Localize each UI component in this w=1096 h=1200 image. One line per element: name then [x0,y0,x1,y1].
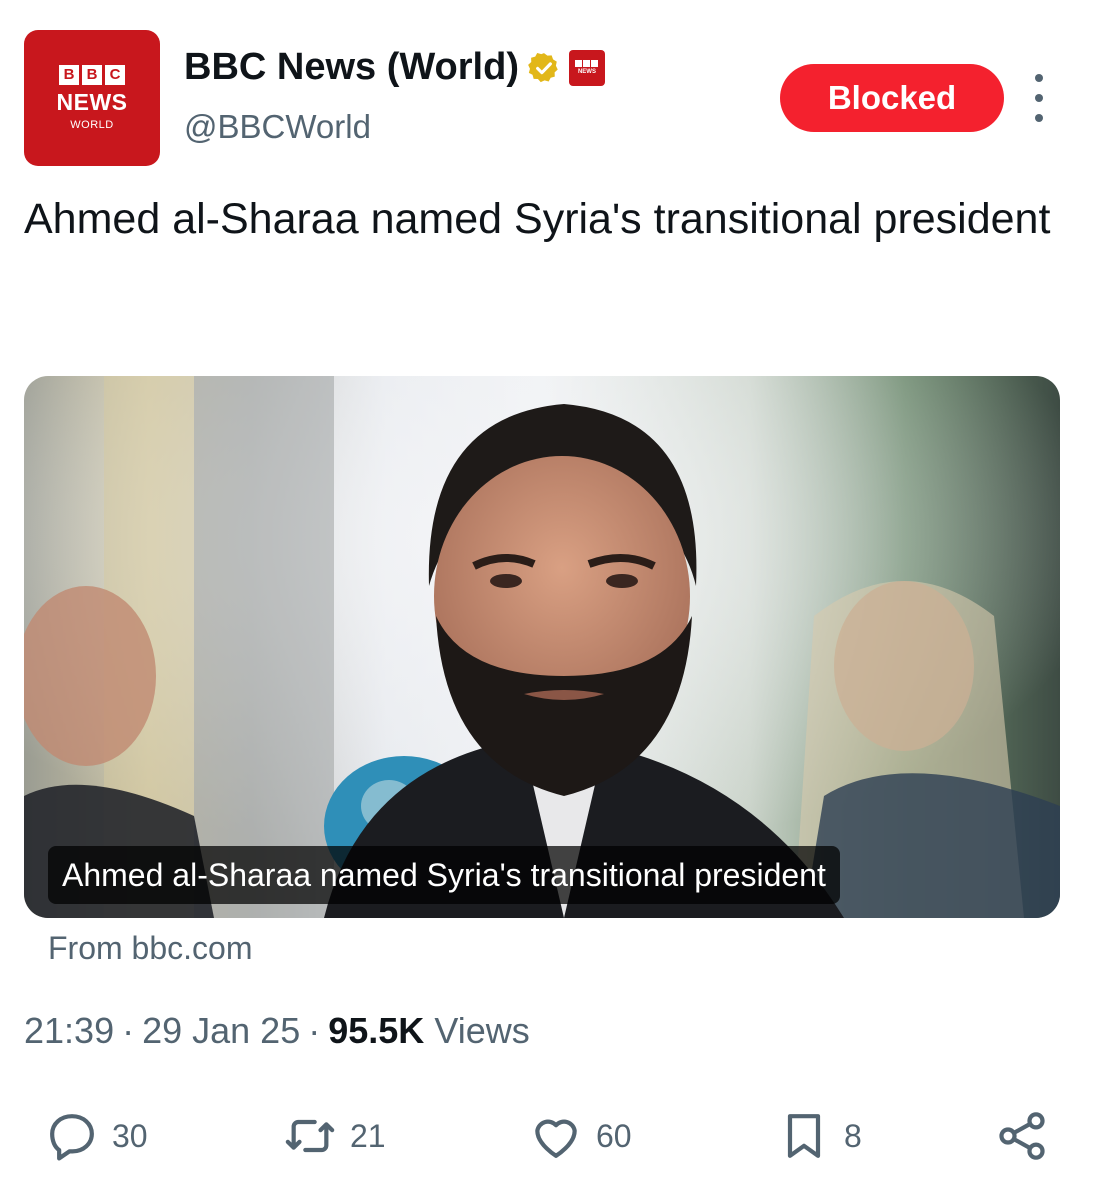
post-meta: 21:39 · 29 Jan 25 · 95.5K Views [24,1010,530,1052]
affiliate-badge-label: NEWS [577,69,596,75]
post-text: Ahmed al-Sharaa named Syria's transition… [24,195,1051,243]
card-source[interactable]: From bbc.com [48,930,252,967]
repost-count: 21 [350,1117,386,1154]
repost-button[interactable]: 21 [282,1108,386,1164]
verified-badge-icon[interactable] [527,51,561,85]
bookmark-button[interactable]: 8 [776,1108,862,1164]
bbc-block-b2: B [82,65,102,85]
name-row: BBC News (World) NEWS [184,46,605,89]
display-name[interactable]: BBC News (World) [184,46,519,89]
account-handle[interactable]: @BBCWorld [184,108,371,146]
share-icon [999,1112,1045,1160]
avatar-world-label: WORLD [70,119,114,131]
avatar-news-label: NEWS [56,89,128,115]
like-button[interactable]: 60 [528,1108,632,1164]
meta-separator: · [122,1010,135,1051]
reply-count: 30 [112,1117,148,1154]
share-button[interactable] [994,1108,1050,1164]
post-date[interactable]: 29 Jan 25 [142,1010,300,1051]
views-count: 95.5K [328,1010,425,1051]
bookmark-icon [787,1114,821,1158]
more-options-icon[interactable] [1024,74,1054,122]
bbc-block-b1: B [59,65,79,85]
link-card[interactable]: Ahmed al-Sharaa named Syria's transition… [24,376,1060,918]
account-avatar[interactable]: B B C NEWS WORLD [24,30,160,166]
bbc-logo-blocks: B B C [59,65,125,85]
card-caption: Ahmed al-Sharaa named Syria's transition… [48,846,840,904]
bbc-block-c: C [105,65,125,85]
post-time[interactable]: 21:39 [24,1010,114,1051]
card-photo [24,376,1060,918]
affiliate-badge-icon[interactable]: NEWS [568,49,605,86]
repost-icon [285,1119,335,1153]
blocked-button[interactable]: Blocked [780,64,1004,132]
reply-icon [50,1114,94,1161]
heart-icon [535,1119,577,1158]
meta-separator: · [308,1010,321,1051]
reply-button[interactable]: 30 [44,1108,148,1164]
views-label: Views [434,1010,530,1051]
bookmark-count: 8 [844,1117,862,1154]
action-bar: 30 21 60 8 [0,1108,1096,1172]
like-count: 60 [596,1117,632,1154]
